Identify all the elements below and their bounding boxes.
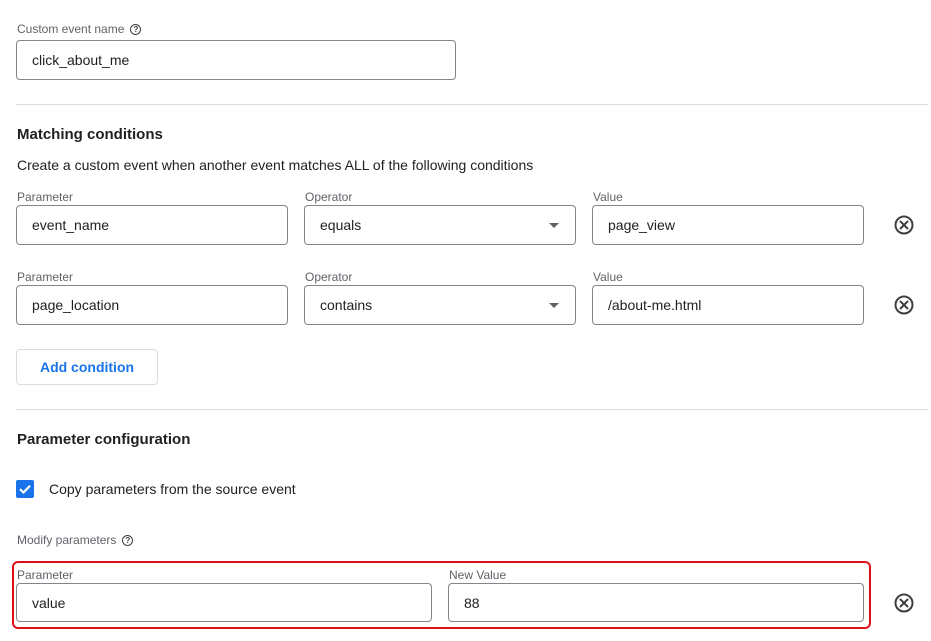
- checkmark-icon: [19, 485, 31, 495]
- help-icon[interactable]: ?: [130, 24, 142, 36]
- parameter-configuration-title: Parameter configuration: [17, 431, 191, 448]
- condition-2-parameter-value: page_location: [32, 297, 120, 313]
- event-name-value: click_about_me: [32, 52, 130, 68]
- operator-label: Operator: [305, 270, 353, 284]
- condition-2-parameter-input[interactable]: page_location: [16, 285, 288, 325]
- help-icon[interactable]: ?: [122, 535, 134, 547]
- parameter-label: Parameter: [17, 190, 74, 204]
- modify-parameter-input[interactable]: value: [16, 583, 432, 622]
- remove-parameter-icon[interactable]: [893, 592, 915, 614]
- remove-condition-1-icon[interactable]: [893, 214, 915, 236]
- condition-2-value-input[interactable]: /about-me.html: [592, 285, 864, 325]
- copy-parameters-label: Copy parameters from the source event: [49, 481, 296, 497]
- condition-1-parameter-input[interactable]: event_name: [16, 205, 288, 245]
- divider: [16, 409, 928, 410]
- condition-1-value-text: page_view: [608, 217, 675, 233]
- modify-parameters-label: Modify parameters: [17, 533, 117, 547]
- condition-1-operator-value: equals: [320, 217, 362, 233]
- add-condition-button[interactable]: Add condition: [16, 349, 158, 385]
- condition-1-operator-select[interactable]: equals: [304, 205, 576, 245]
- value-label: Value: [593, 270, 623, 284]
- condition-2-operator-select[interactable]: contains: [304, 285, 576, 325]
- dropdown-arrow-icon: [549, 303, 559, 308]
- parameter-label: Parameter: [17, 568, 74, 582]
- new-value-label: New Value: [449, 568, 507, 582]
- condition-1-value-input[interactable]: page_view: [592, 205, 864, 245]
- event-name-label: Custom event name: [17, 22, 125, 36]
- new-value-input[interactable]: 88: [448, 583, 864, 622]
- matching-conditions-title: Matching conditions: [17, 126, 163, 143]
- event-name-input[interactable]: click_about_me: [16, 40, 456, 80]
- dropdown-arrow-icon: [549, 223, 559, 228]
- remove-condition-2-icon[interactable]: [893, 294, 915, 316]
- event-name-label-row: Custom event name?: [17, 22, 142, 36]
- condition-1-parameter-value: event_name: [32, 217, 110, 233]
- parameter-label: Parameter: [17, 270, 74, 284]
- condition-2-operator-value: contains: [320, 297, 373, 313]
- copy-parameters-checkbox[interactable]: [16, 480, 34, 498]
- condition-2-value-text: /about-me.html: [608, 297, 702, 313]
- modify-parameter-value: value: [32, 594, 66, 611]
- matching-conditions-description: Create a custom event when another event…: [17, 157, 534, 173]
- new-value-text: 88: [464, 594, 480, 611]
- value-label: Value: [593, 190, 623, 204]
- modify-parameters-label-row: Modify parameters?: [17, 533, 134, 547]
- operator-label: Operator: [305, 190, 353, 204]
- divider: [16, 104, 928, 105]
